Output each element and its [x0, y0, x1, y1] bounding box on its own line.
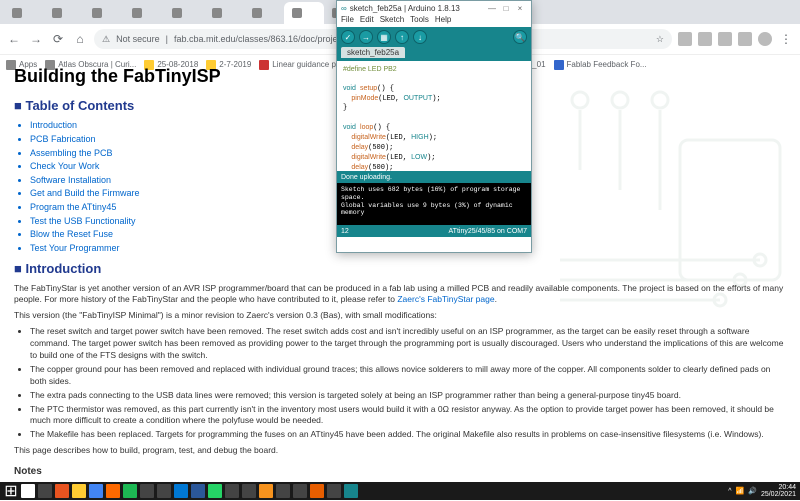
home-button[interactable]: ⌂: [72, 31, 88, 47]
extension-icon[interactable]: [698, 32, 712, 46]
menu-sketch[interactable]: Sketch: [380, 15, 404, 27]
volume-icon[interactable]: 🔊: [748, 487, 757, 495]
intro-paragraph-2: This version (the "FabTinyISP Minimal") …: [14, 310, 786, 322]
maximize-button[interactable]: □: [499, 4, 513, 13]
zaerc-link[interactable]: Zaerc's FabTinyStar page: [397, 294, 494, 304]
taskbar-app[interactable]: [106, 484, 120, 498]
arduino-menubar: File Edit Sketch Tools Help: [337, 15, 531, 27]
verify-button[interactable]: ✓: [341, 30, 355, 44]
extension-icon[interactable]: [678, 32, 692, 46]
browser-tab[interactable]: [164, 2, 204, 24]
arduino-title-text: sketch_feb25a | Arduino 1.8.13: [350, 4, 485, 13]
tray-icon[interactable]: ^: [728, 488, 731, 495]
extension-icon[interactable]: [718, 32, 732, 46]
arduino-window: ∞ sketch_feb25a | Arduino 1.8.13 — □ × F…: [336, 0, 532, 253]
intro-heading: Introduction: [14, 260, 786, 278]
upload-button[interactable]: →: [359, 30, 373, 44]
reload-button[interactable]: ⟳: [50, 31, 66, 47]
browser-tab[interactable]: [4, 2, 44, 24]
taskbar-app[interactable]: [140, 484, 154, 498]
menu-tools[interactable]: Tools: [410, 15, 429, 27]
taskbar-app[interactable]: [293, 484, 307, 498]
taskbar-app[interactable]: [157, 484, 171, 498]
browser-tab[interactable]: [44, 2, 84, 24]
forward-button[interactable]: →: [28, 31, 44, 47]
taskbar-app[interactable]: [242, 484, 256, 498]
list-item: The extra pads connecting to the USB dat…: [30, 390, 786, 402]
taskbar-app[interactable]: [259, 484, 273, 498]
start-button[interactable]: ⊞: [4, 484, 18, 498]
open-button[interactable]: ↑: [395, 30, 409, 44]
browser-tab-active[interactable]: [284, 2, 324, 24]
taskbar-app[interactable]: [174, 484, 188, 498]
taskbar-app[interactable]: [208, 484, 222, 498]
taskbar-app[interactable]: [191, 484, 205, 498]
arduino-icon: ∞: [341, 4, 347, 13]
arduino-code-editor[interactable]: #define LED PB2 void setup() { pinMode(L…: [337, 61, 531, 171]
board-info: ATtiny25/45/85 on COM7: [449, 228, 527, 235]
arduino-titlebar[interactable]: ∞ sketch_feb25a | Arduino 1.8.13 — □ ×: [337, 1, 531, 15]
description-paragraph: This page describes how to build, progra…: [14, 445, 786, 457]
new-button[interactable]: ▦: [377, 30, 391, 44]
arduino-footer: 12 ATtiny25/45/85 on COM7: [337, 225, 531, 237]
menu-edit[interactable]: Edit: [360, 15, 374, 27]
arduino-status-bar: Done uploading.: [337, 171, 531, 183]
taskbar-app[interactable]: [327, 484, 341, 498]
browser-tab[interactable]: [124, 2, 164, 24]
taskbar-app[interactable]: [55, 484, 69, 498]
menu-button[interactable]: ⋮: [778, 31, 794, 47]
notes-heading: Notes: [14, 465, 786, 479]
taskbar-app[interactable]: [344, 484, 358, 498]
security-icon: ⚠: [102, 34, 110, 45]
profile-avatar[interactable]: [758, 32, 772, 46]
list-item: The PTC thermistor was removed, as this …: [30, 404, 786, 428]
taskbar-app[interactable]: [72, 484, 86, 498]
system-tray: ^ 📶 🔊 20:44 25/02/2021: [728, 484, 796, 498]
taskbar-app[interactable]: [225, 484, 239, 498]
back-button[interactable]: ←: [6, 31, 22, 47]
taskbar-app[interactable]: [21, 484, 35, 498]
arduino-toolbar: ✓ → ▦ ↑ ↓ 🔍: [337, 27, 531, 47]
arduino-tab[interactable]: sketch_feb25a: [341, 47, 405, 58]
list-item: The copper ground pour has been removed …: [30, 364, 786, 388]
menu-file[interactable]: File: [341, 15, 354, 27]
browser-tab[interactable]: [204, 2, 244, 24]
extension-icon[interactable]: [738, 32, 752, 46]
taskbar-app[interactable]: [123, 484, 137, 498]
clock[interactable]: 20:44 25/02/2021: [761, 484, 796, 498]
close-button[interactable]: ×: [513, 4, 527, 13]
taskbar-app[interactable]: [89, 484, 103, 498]
line-number: 12: [341, 228, 349, 235]
taskbar-app[interactable]: [310, 484, 324, 498]
network-icon[interactable]: 📶: [736, 487, 745, 495]
security-label: Not secure: [116, 34, 160, 44]
browser-tab[interactable]: [84, 2, 124, 24]
list-item: The Makefile has been replaced. Targets …: [30, 429, 786, 441]
windows-taskbar: ⊞ ^ 📶 🔊 20:44 25/02/2021: [0, 482, 800, 500]
save-button[interactable]: ↓: [413, 30, 427, 44]
menu-help[interactable]: Help: [435, 15, 451, 27]
intro-paragraph: The FabTinyStar is yet another version o…: [14, 283, 786, 307]
serial-monitor-button[interactable]: 🔍: [513, 30, 527, 44]
arduino-tab-bar: sketch_feb25a: [337, 47, 531, 61]
taskbar-app[interactable]: [276, 484, 290, 498]
arduino-console: Sketch uses 682 bytes (16%) of program s…: [337, 183, 531, 225]
changes-list: The reset switch and target power switch…: [14, 326, 786, 441]
list-item: The reset switch and target power switch…: [30, 326, 786, 362]
browser-tab[interactable]: [244, 2, 284, 24]
taskbar-app[interactable]: [38, 484, 52, 498]
minimize-button[interactable]: —: [485, 4, 499, 13]
